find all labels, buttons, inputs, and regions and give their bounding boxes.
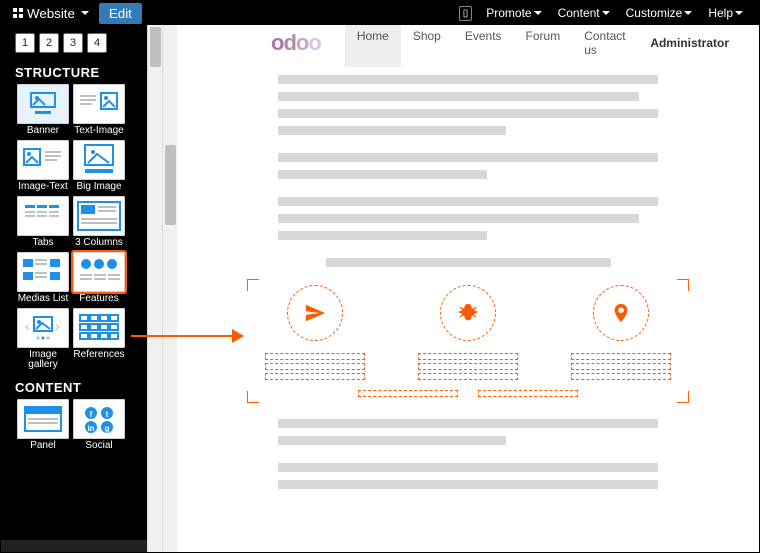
block-social[interactable]: fting Social [71,399,127,455]
block-medias-list[interactable]: Medias List [15,252,71,308]
customize-menu[interactable]: Customize [620,4,699,22]
editor-sidebar: 1 2 3 4 STRUCTURE Banner Text-Image Imag… [1,25,147,552]
nav-forum[interactable]: Forum [514,25,573,67]
website-selector[interactable]: Website [7,4,95,23]
block-three-columns[interactable]: 3 Columns [71,196,127,252]
block-banner[interactable]: Banner [15,84,71,140]
paper-plane-icon [304,302,326,324]
block-text-image[interactable]: Text-Image [71,84,127,140]
block-features[interactable]: Features [71,252,127,308]
edit-button[interactable]: Edit [99,3,142,24]
site-header: odoo Home Shop Events Forum Contact us A… [177,25,759,61]
page-4[interactable]: 4 [87,33,107,53]
page-canvas: odoo Home Shop Events Forum Contact us A… [177,25,759,552]
page-3[interactable]: 3 [63,33,83,53]
sidebar-scrollbar[interactable] [147,25,162,552]
svg-text:g: g [105,424,110,433]
nav-contact[interactable]: Contact us [572,25,650,67]
structure-header: STRUCTURE [1,59,147,84]
block-image-gallery[interactable]: ‹› Image gallery [15,308,71,374]
block-references[interactable]: References [71,308,127,374]
content-menu[interactable]: Content [552,4,616,22]
text-placeholder-block [278,75,658,267]
brand-logo[interactable]: odoo [271,30,321,56]
sidebar-pagination: 1 2 3 4 [15,33,147,53]
features-drop-preview[interactable] [253,285,683,397]
text-placeholder-block-2 [278,419,658,489]
sidebar-scrollbar-horizontal[interactable] [1,540,147,552]
nav-home[interactable]: Home [345,25,401,67]
location-pin-icon [610,302,632,324]
page-1[interactable]: 1 [15,33,35,53]
bug-icon [457,302,479,324]
user-menu[interactable]: Administrator [650,36,729,50]
svg-text:t: t [106,410,109,419]
svg-text:in: in [87,424,94,433]
svg-text:›: › [55,318,60,334]
help-menu[interactable]: Help [702,4,749,22]
content-scrollbar[interactable] [162,25,177,552]
promote-menu[interactable]: Promote [480,4,547,22]
block-image-text[interactable]: Image-Text [15,140,71,196]
block-big-image[interactable]: Big Image [71,140,127,196]
page-2[interactable]: 2 [39,33,59,53]
block-panel[interactable]: Panel [15,399,71,455]
mobile-preview-icon[interactable]: ▯ [459,6,473,21]
svg-text:f: f [90,410,93,419]
nav-events[interactable]: Events [453,25,514,67]
top-bar: Website Edit ▯ Promote Content Customize… [1,1,759,25]
block-tabs[interactable]: Tabs [15,196,71,252]
svg-text:‹: ‹ [25,318,30,334]
content-header: CONTENT [1,374,147,399]
nav-shop[interactable]: Shop [401,25,453,67]
